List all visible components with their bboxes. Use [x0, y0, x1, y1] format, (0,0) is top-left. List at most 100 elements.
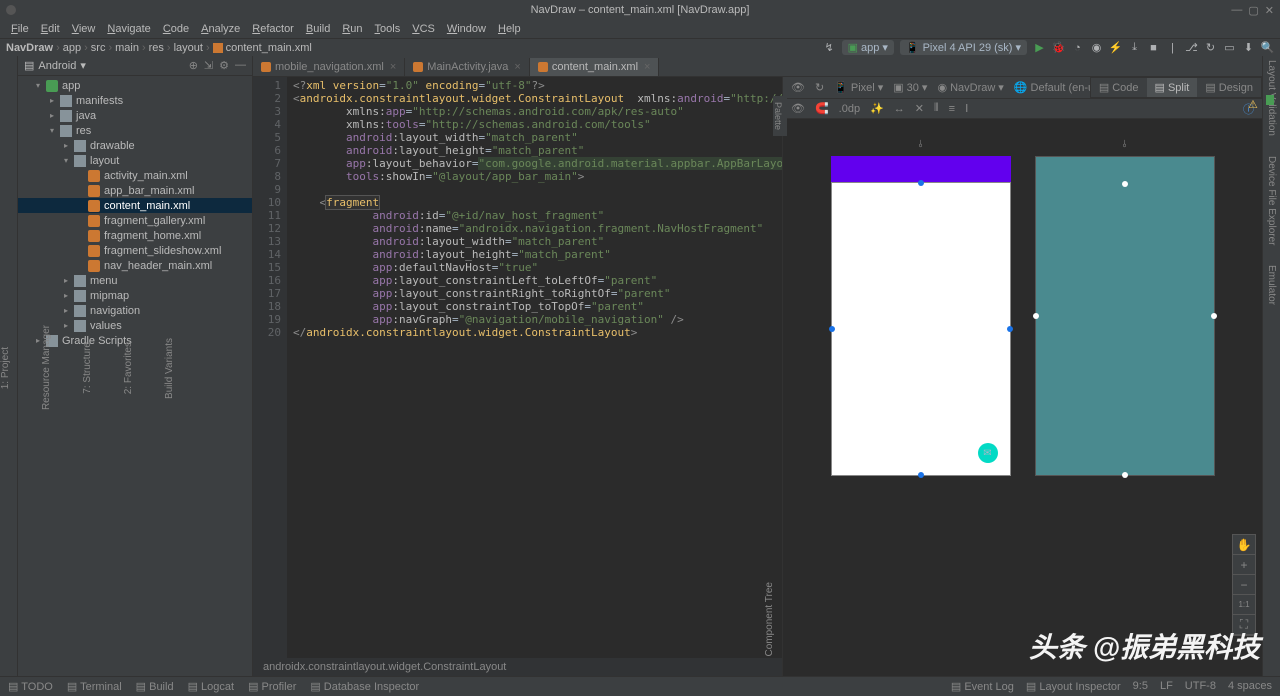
sb-eventlog[interactable]: ▤ Event Log	[951, 680, 1014, 693]
tool-resourcemanager[interactable]: Resource Manager	[41, 325, 52, 410]
tool-project[interactable]: 1: Project	[0, 347, 11, 389]
tree-item-content-main-xml[interactable]: content_main.xml	[18, 198, 252, 213]
constraint-handle-icon[interactable]	[918, 180, 924, 186]
sb-info[interactable]: 4 spaces	[1228, 680, 1272, 693]
orientation-icon[interactable]: ↻	[815, 81, 824, 94]
tree-item-fragment-slideshow-xml[interactable]: fragment_slideshow.xml	[18, 243, 252, 258]
warning-icon[interactable]: ⚠	[1248, 98, 1258, 108]
eye-icon[interactable]: 👁	[791, 81, 805, 94]
sb-logcat[interactable]: ▤ Logcat	[188, 680, 234, 693]
menu-edit[interactable]: Edit	[36, 23, 65, 35]
sb-info[interactable]: UTF-8	[1185, 680, 1216, 693]
pan-icon[interactable]: ✋	[1233, 535, 1255, 555]
tool-favorites[interactable]: 2: Favorites	[123, 342, 134, 394]
infer-icon[interactable]: ↔	[894, 103, 905, 115]
tree-item-manifests[interactable]: ▸manifests	[18, 93, 252, 108]
sb-todo[interactable]: ▤ TODO	[8, 680, 53, 693]
device-handle-icon[interactable]: ⫰	[1035, 139, 1215, 150]
menu-code[interactable]: Code	[158, 23, 194, 35]
gear-icon[interactable]: ⚙	[219, 59, 229, 72]
avd-icon[interactable]: ▭	[1223, 41, 1236, 54]
sb-info[interactable]: 9:5	[1133, 680, 1148, 693]
menu-analyze[interactable]: Analyze	[196, 23, 245, 35]
menu-help[interactable]: Help	[493, 23, 526, 35]
constraint-handle-icon[interactable]	[1007, 326, 1013, 332]
sync-icon[interactable]: ↯	[823, 41, 836, 54]
select-opened-icon[interactable]: ⊕	[189, 59, 198, 72]
tree-item-values[interactable]: ▸values	[18, 318, 252, 333]
view-options-icon[interactable]: 👁	[791, 102, 805, 115]
sb-profiler[interactable]: ▤ Profiler	[248, 680, 296, 693]
emulator-tool[interactable]: Emulator	[1266, 265, 1277, 305]
sys-menu-icon[interactable]	[6, 5, 16, 15]
view-mode-design[interactable]: ▤ Design	[1197, 78, 1261, 97]
sb-build[interactable]: ▤ Build	[136, 680, 174, 693]
coverage-icon[interactable]: ◉	[1090, 41, 1103, 54]
apply-changes-icon[interactable]: ⚡	[1109, 41, 1122, 54]
menu-refactor[interactable]: Refactor	[247, 23, 299, 35]
menu-window[interactable]: Window	[442, 23, 491, 35]
zoom-in-icon[interactable]: +	[1233, 555, 1255, 575]
pack-icon[interactable]: ⫴	[934, 102, 939, 115]
profile-icon[interactable]: ◔	[1071, 41, 1084, 54]
constraint-handle-icon[interactable]	[918, 472, 924, 478]
debug-icon[interactable]: 🐞	[1052, 41, 1065, 54]
tree-item-app-bar-main-xml[interactable]: app_bar_main.xml	[18, 183, 252, 198]
menu-vcs[interactable]: VCS	[407, 23, 440, 35]
tree-item-java[interactable]: ▸java	[18, 108, 252, 123]
close-icon[interactable]: ✕	[1265, 4, 1274, 17]
maximize-icon[interactable]: ▢	[1248, 4, 1258, 17]
theme-selector[interactable]: ◉ NavDraw ▾	[937, 81, 1003, 94]
tree-item-mipmap[interactable]: ▸mipmap	[18, 288, 252, 303]
menu-file[interactable]: File	[6, 23, 34, 35]
constraint-handle-icon[interactable]	[829, 326, 835, 332]
breadcrumb-item[interactable]: main	[115, 42, 139, 54]
tool-structure[interactable]: 7: Structure	[82, 342, 93, 394]
sdk-icon[interactable]: ⬇	[1242, 41, 1255, 54]
search-icon[interactable]: 🔍	[1261, 41, 1274, 54]
device-handle-icon[interactable]: ⫰	[831, 139, 1011, 150]
project-view-selector[interactable]: ▤ Android ▾	[24, 59, 86, 72]
breadcrumb-item[interactable]: NavDraw	[6, 42, 53, 54]
api-selector[interactable]: ▣ 30 ▾	[893, 81, 927, 94]
inspection-indicator[interactable]	[1266, 95, 1274, 105]
tab-mainactivity-java[interactable]: MainActivity.java×	[405, 58, 530, 76]
code-content[interactable]: <?xml version="1.0" encoding="utf-8"?><a…	[287, 77, 782, 658]
view-mode-code[interactable]: ▤ Code	[1091, 78, 1147, 97]
breadcrumb-item[interactable]: layout	[174, 42, 203, 54]
tab-content-main-xml[interactable]: content_main.xml×	[530, 58, 660, 76]
constraint-handle-icon[interactable]	[1122, 472, 1128, 478]
breadcrumb-item[interactable]: app	[63, 42, 81, 54]
constraint-handle-icon[interactable]	[1033, 313, 1039, 319]
breadcrumb-item[interactable]: src	[91, 42, 106, 54]
breadcrumb-item[interactable]: res	[149, 42, 164, 54]
menu-run[interactable]: Run	[337, 23, 367, 35]
align-icon[interactable]: ≡	[949, 103, 955, 115]
hide-icon[interactable]: —	[235, 59, 246, 72]
tool-buildvariants[interactable]: Build Variants	[164, 338, 175, 399]
view-mode-split[interactable]: ▤ Split	[1147, 78, 1198, 97]
breadcrumb-item[interactable]: content_main.xml	[226, 42, 312, 54]
tree-item-menu[interactable]: ▸menu	[18, 273, 252, 288]
palette-tool[interactable]: Palette	[773, 96, 787, 136]
git-icon[interactable]: ⎇	[1185, 41, 1198, 54]
stop-icon[interactable]: ■	[1147, 41, 1160, 54]
tree-item-gradle-scripts[interactable]: ▸Gradle Scripts	[18, 333, 252, 348]
update-icon[interactable]: ↻	[1204, 41, 1217, 54]
menu-tools[interactable]: Tools	[370, 23, 406, 35]
tree-item-fragment-home-xml[interactable]: fragment_home.xml	[18, 228, 252, 243]
tree-item-activity-main-xml[interactable]: activity_main.xml	[18, 168, 252, 183]
sb-layoutinspector[interactable]: ▤ Layout Inspector	[1026, 680, 1121, 693]
code-editor-pane[interactable]: 1234567891011121314151617181920 <?xml ve…	[253, 77, 782, 676]
device-preview-selector[interactable]: 📱 Pixel ▾	[834, 81, 883, 94]
tree-item-app[interactable]: ▾app	[18, 78, 252, 93]
blueprint-surface[interactable]	[1035, 156, 1215, 476]
minimize-icon[interactable]: —	[1231, 4, 1242, 17]
tab-mobile-navigation-xml[interactable]: mobile_navigation.xml×	[253, 58, 405, 76]
tree-item-fragment-gallery-xml[interactable]: fragment_gallery.xml	[18, 213, 252, 228]
device-selector[interactable]: 📱 Pixel 4 API 29 (sk) ▾	[900, 40, 1027, 55]
wand-icon[interactable]: ✨	[870, 102, 884, 115]
menu-view[interactable]: View	[67, 23, 101, 35]
tree-item-navigation[interactable]: ▸navigation	[18, 303, 252, 318]
constraint-handle-icon[interactable]	[1122, 181, 1128, 187]
